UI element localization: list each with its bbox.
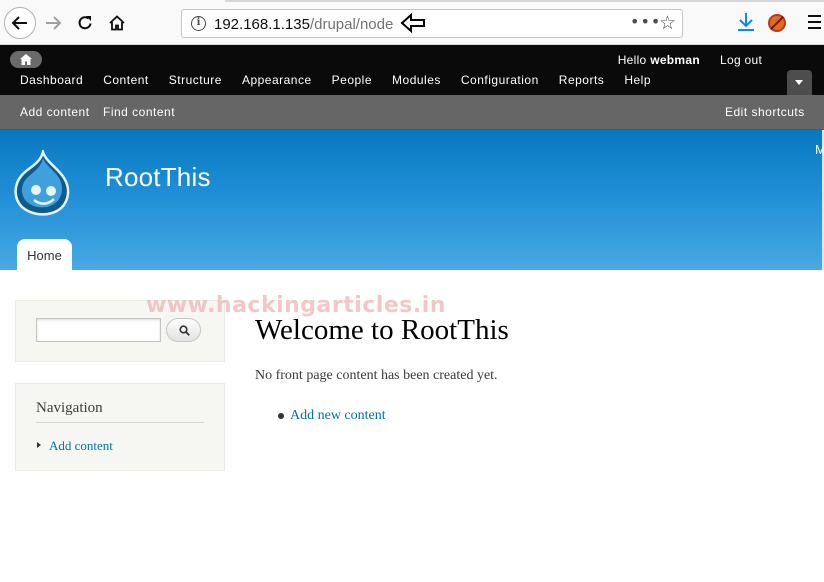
admin-menu: Dashboard Content Structure Appearance P…: [20, 73, 671, 87]
drupal-logo-icon[interactable]: [12, 147, 74, 216]
info-icon[interactable]: i: [191, 16, 206, 31]
page-title: Welcome to RootThis: [255, 314, 509, 346]
menu-modules[interactable]: Modules: [392, 73, 441, 87]
nav-add-content-link[interactable]: Add content: [49, 438, 113, 454]
forward-arrow-icon: [46, 16, 62, 30]
add-new-content-link[interactable]: Add new content: [290, 408, 386, 424]
bookmark-star-icon[interactable]: ☆: [659, 12, 676, 34]
forward-button[interactable]: [38, 8, 68, 38]
home-button[interactable]: [102, 8, 132, 38]
pointer-arrow-icon: [400, 12, 426, 38]
collapsed-triangle-icon: [37, 442, 41, 448]
admin-toolbar: Hello webman Log out Dashboard Content S…: [0, 45, 824, 95]
user-greeting: Hello webman: [618, 53, 700, 67]
blocked-extension-icon[interactable]: [768, 14, 786, 32]
url-host: 192.168.1.135: [214, 16, 310, 33]
tab-strip-edge: [225, 0, 824, 2]
browser-toolbar: i 192.168.1.135/drupal/node ••• ☆: [0, 0, 824, 45]
menu-structure[interactable]: Structure: [169, 73, 222, 87]
home-icon: [109, 15, 125, 31]
menu-content[interactable]: Content: [103, 73, 149, 87]
hamburger-menu-icon[interactable]: [808, 15, 824, 29]
menu-appearance[interactable]: Appearance: [242, 73, 312, 87]
url-bar[interactable]: i 192.168.1.135/drupal/node ••• ☆: [181, 9, 683, 38]
admin-home-button[interactable]: [10, 51, 42, 68]
menu-reports[interactable]: Reports: [559, 73, 605, 87]
search-icon: [179, 325, 190, 336]
list-bullet: [278, 413, 284, 419]
search-button[interactable]: [166, 318, 201, 342]
menu-help[interactable]: Help: [624, 73, 651, 87]
navigation-divider: [36, 422, 204, 423]
reload-button[interactable]: [70, 8, 100, 38]
back-button[interactable]: [4, 7, 36, 39]
search-input[interactable]: [36, 318, 161, 342]
username-link[interactable]: webman: [650, 53, 700, 67]
navigation-block: Navigation Add content: [15, 383, 225, 471]
greeting-prefix: Hello: [617, 53, 647, 67]
download-icon: [738, 13, 754, 31]
intro-text: No front page content has been created y…: [255, 368, 498, 383]
shortcut-find-content[interactable]: Find content: [103, 105, 175, 119]
page-actions-button[interactable]: •••: [630, 12, 661, 31]
navigation-title: Navigation: [36, 400, 103, 416]
edit-shortcuts-link[interactable]: Edit shortcuts: [725, 105, 805, 119]
tab-home[interactable]: Home: [17, 239, 72, 270]
logout-link[interactable]: Log out: [720, 53, 762, 67]
url-path: /drupal/node: [309, 16, 394, 33]
download-button[interactable]: [735, 11, 757, 33]
menu-configuration[interactable]: Configuration: [461, 73, 539, 87]
reload-icon: [78, 16, 92, 30]
menu-people[interactable]: People: [332, 73, 372, 87]
shortcut-add-content[interactable]: Add content: [20, 105, 90, 119]
site-header: M RootThis Home: [0, 130, 824, 270]
back-arrow-icon: [11, 16, 27, 30]
url-text[interactable]: 192.168.1.135/drupal/node: [214, 16, 393, 33]
menu-dashboard[interactable]: Dashboard: [20, 73, 83, 87]
shortcuts-bar: Add content Find content Edit shortcuts: [0, 95, 824, 130]
shortcuts-toggle-button[interactable]: [787, 70, 812, 95]
home-icon: [20, 54, 32, 65]
header-corner-text: M: [815, 142, 824, 157]
site-name[interactable]: RootThis: [105, 162, 211, 193]
